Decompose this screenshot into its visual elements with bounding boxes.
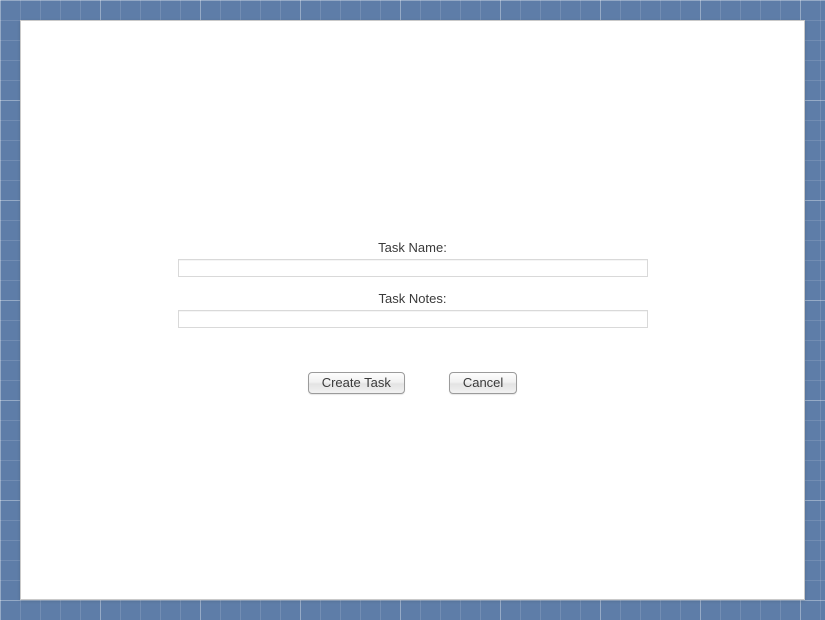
task-name-label: Task Name: bbox=[178, 240, 648, 255]
task-form: Task Name: Task Notes: Create Task Cance… bbox=[178, 240, 648, 394]
task-notes-label: Task Notes: bbox=[178, 291, 648, 306]
create-task-button[interactable]: Create Task bbox=[308, 372, 405, 394]
dialog-panel: Task Name: Task Notes: Create Task Cance… bbox=[20, 20, 805, 600]
task-name-input[interactable] bbox=[178, 259, 648, 277]
cancel-button[interactable]: Cancel bbox=[449, 372, 517, 394]
task-notes-input[interactable] bbox=[178, 310, 648, 328]
button-row: Create Task Cancel bbox=[178, 372, 648, 394]
